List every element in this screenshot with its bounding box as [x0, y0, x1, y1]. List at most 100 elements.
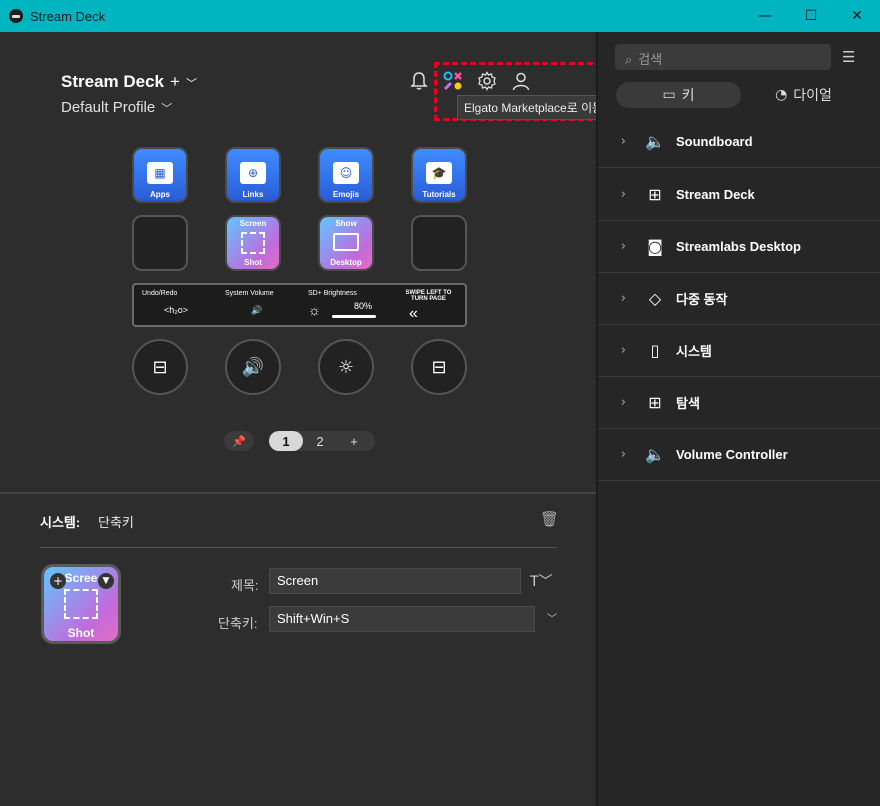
- swipe-icon: «: [409, 305, 418, 322]
- category-multi-action[interactable]: › ◇ 다중 동작: [598, 273, 880, 325]
- key-label: Shot: [244, 258, 262, 267]
- key-preview[interactable]: Scree + ▼ Shot: [41, 564, 121, 644]
- profile-selector[interactable]: Default Profile ﹀: [61, 99, 172, 116]
- multi-action-icon: ◇: [648, 289, 662, 308]
- streamdeck-icon: ⊞: [648, 185, 662, 204]
- marketplace-tooltip: Elgato Marketplace로 이동: [457, 95, 611, 120]
- pin-icon[interactable]: 📌: [224, 431, 254, 451]
- app-icon: [9, 9, 23, 23]
- page-navigator: 📌 1 2 +: [224, 430, 375, 452]
- key-label: Show: [335, 219, 357, 228]
- page-1-button[interactable]: 1: [269, 431, 303, 451]
- trash-icon[interactable]: 🗑: [540, 510, 559, 528]
- dial-icon: ◔: [775, 87, 788, 103]
- strip-value: 80%: [354, 301, 373, 311]
- list-view-icon[interactable]: ☰: [842, 48, 855, 66]
- category-system[interactable]: › ▯ 시스템: [598, 325, 880, 377]
- volume-controller-icon: 🔈: [645, 445, 665, 464]
- brightness-icon: ☼: [337, 356, 355, 378]
- title-bar: Stream Deck — ☐ ✕: [0, 0, 880, 32]
- strip-segment[interactable]: SD+ Brightness ☼ 80%: [300, 285, 383, 325]
- speaker-icon: 🔈: [645, 132, 665, 151]
- key-empty[interactable]: [411, 215, 467, 271]
- category-label: 시스템: [676, 344, 712, 359]
- strip-segment[interactable]: Undo/Redo <h₂o>: [134, 285, 217, 325]
- chevron-right-icon: ›: [620, 239, 626, 254]
- key-label: Apps: [150, 190, 170, 199]
- brightness-icon: ☼: [308, 302, 321, 318]
- monitor-icon: [333, 233, 359, 251]
- navigation-icon: ⊞: [648, 393, 662, 412]
- category-stream-deck[interactable]: › ⊞ Stream Deck: [598, 169, 880, 221]
- category-soundboard[interactable]: › 🔈 Soundboard: [598, 116, 880, 168]
- apps-icon: ▦: [147, 161, 173, 184]
- minimize-button[interactable]: —: [742, 0, 788, 32]
- key-emojis[interactable]: ☺ Emojis: [318, 147, 374, 203]
- chevron-right-icon: ›: [620, 395, 626, 410]
- category-volume-controller[interactable]: › 🔈 Volume Controller: [598, 429, 880, 481]
- touch-strip[interactable]: Undo/Redo <h₂o> System Volume 🔊 SD+ Brig…: [132, 283, 467, 327]
- key-screen-shot[interactable]: Screen Shot: [225, 215, 281, 271]
- category-navigation[interactable]: › ⊞ 탐색: [598, 377, 880, 429]
- add-icon[interactable]: +: [50, 573, 66, 589]
- actions-panel: ⌕ 검색 ☰ ▭ 키 ◔ 다이얼 › 🔈 Soundboard › ⊞ Stream …: [596, 32, 880, 806]
- strip-segment[interactable]: System Volume 🔊: [217, 285, 300, 325]
- add-page-button[interactable]: +: [337, 431, 371, 451]
- category-label: Stream Deck: [676, 187, 755, 202]
- shortcut-field[interactable]: Shift+Win+S: [269, 606, 535, 632]
- strip-segment[interactable]: SWIPE LEFT TO TURN PAGE «: [383, 285, 467, 325]
- dial-2[interactable]: 🔊: [225, 339, 281, 395]
- close-button[interactable]: ✕: [834, 0, 880, 32]
- tab-keys[interactable]: ▭ 키: [616, 82, 741, 108]
- search-input[interactable]: ⌕ 검색: [615, 44, 831, 70]
- key-apps[interactable]: ▦ Apps: [132, 147, 188, 203]
- key-links[interactable]: ⊕ Links: [225, 147, 281, 203]
- chevron-right-icon: ›: [620, 187, 626, 202]
- action-tabs: ▭ 키 ◔ 다이얼: [616, 82, 866, 108]
- category-streamlabs[interactable]: › ◙ Streamlabs Desktop: [598, 221, 880, 273]
- category-label: Soundboard: [676, 134, 753, 149]
- tab-dials[interactable]: ◔ 다이얼: [741, 82, 866, 108]
- action-name: 단축키: [98, 515, 134, 530]
- divider: [40, 547, 557, 548]
- chevron-right-icon: ›: [620, 291, 626, 306]
- chevron-down-icon[interactable]: ﹀: [547, 610, 557, 625]
- key-tutorials[interactable]: 🎓 Tutorials: [411, 147, 467, 203]
- page-2-button[interactable]: 2: [303, 431, 337, 451]
- system-icon: ▯: [650, 341, 660, 360]
- category-label: Streamlabs Desktop: [676, 239, 801, 254]
- bell-icon[interactable]: [408, 70, 430, 92]
- search-icon: ⌕: [625, 52, 633, 67]
- chevron-down-icon: ﹀: [185, 78, 197, 90]
- strip-label: SWIPE LEFT TO TURN PAGE: [405, 290, 452, 302]
- multi-action-icon: ⊟: [431, 356, 447, 378]
- strip-label: System Volume: [225, 290, 274, 297]
- chevron-down-icon[interactable]: ▼: [98, 573, 114, 589]
- add-device-button[interactable]: +: [170, 72, 180, 91]
- tab-label: 다이얼: [793, 88, 832, 104]
- chevron-down-icon: ﹀: [161, 103, 173, 115]
- key-show-desktop[interactable]: Show Desktop: [318, 215, 374, 271]
- device-selector[interactable]: Stream Deck + ﹀: [61, 72, 197, 92]
- chevron-right-icon: ›: [620, 134, 626, 149]
- shortcut-label: 단축키:: [218, 616, 258, 631]
- device-name: Stream Deck: [61, 72, 165, 91]
- key-empty[interactable]: [132, 215, 188, 271]
- maximize-button[interactable]: ☐: [788, 0, 834, 32]
- multi-action-icon: ⊟: [152, 356, 168, 378]
- dial-1[interactable]: ⊟: [132, 339, 188, 395]
- dial-3[interactable]: ☼: [318, 339, 374, 395]
- title-field[interactable]: Screen: [269, 568, 521, 594]
- window-title: Stream Deck: [30, 8, 106, 24]
- text-format-icon[interactable]: T﹀: [530, 571, 553, 591]
- strip-label: Undo/Redo: [142, 290, 178, 297]
- key-label: Desktop: [330, 258, 362, 267]
- screenshot-icon: [241, 232, 265, 254]
- tab-label: 키: [681, 88, 695, 104]
- strip-value: <h₂o>: [164, 305, 189, 315]
- key-label: Screen: [239, 219, 267, 228]
- dial-4[interactable]: ⊟: [411, 339, 467, 395]
- page-list: 1 2 +: [269, 431, 375, 451]
- globe-icon: ⊕: [240, 161, 266, 184]
- key-icon: ▭: [662, 87, 676, 103]
